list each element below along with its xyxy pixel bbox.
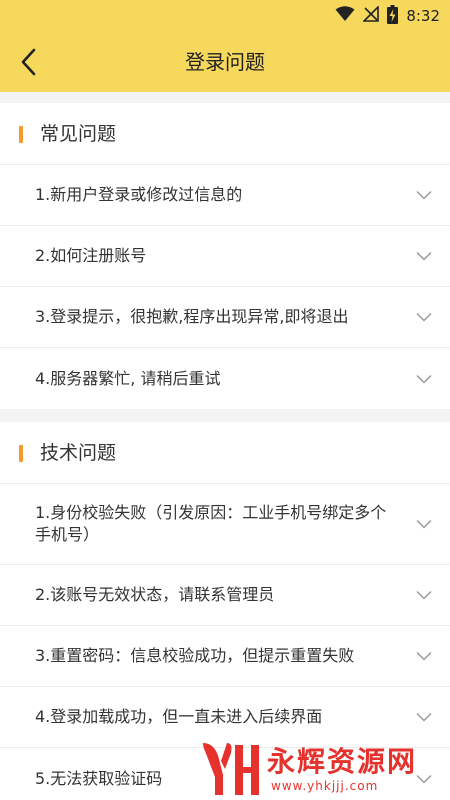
faq-item-label: 2.该账号无效状态，请联系管理员	[35, 585, 275, 604]
chevron-down-icon	[416, 590, 432, 600]
section-header: 技术问题	[0, 422, 450, 484]
watermark-text: 永辉资源网 www.yhkjjj.com	[267, 745, 417, 793]
chevron-down-icon	[416, 519, 432, 529]
section-title: 常见问题	[40, 123, 117, 145]
status-time: 8:32	[406, 7, 440, 25]
wifi-icon	[335, 6, 355, 26]
no-signal-icon	[362, 5, 380, 26]
app-bar: 登录问题	[0, 32, 450, 92]
section-header: 常见问题	[0, 103, 450, 165]
watermark-name: 永辉资源网	[267, 744, 418, 778]
faq-item-label: 4.服务器繁忙, 请稍后重试	[35, 368, 221, 388]
watermark-url: www.yhkjjj.com	[271, 778, 379, 793]
chevron-down-icon	[416, 251, 432, 261]
section-title: 技术问题	[40, 442, 117, 464]
chevron-down-icon	[416, 312, 432, 322]
section-marker	[19, 126, 23, 143]
faq-item-label: 1.身份校验失败（引发原因：工业手机号绑定多个手机号）	[35, 503, 387, 544]
watermark: 永辉资源网 www.yhkjjj.com	[197, 737, 450, 800]
chevron-down-icon	[416, 651, 432, 661]
section-marker	[19, 445, 23, 462]
status-bar: 8:32	[0, 0, 450, 32]
section-common-questions: 常见问题 1.新用户登录或修改过信息的 2.如何注册账号 3.登录提示，很抱歉,…	[0, 103, 450, 409]
faq-item-label: 2.如何注册账号	[35, 246, 147, 265]
faq-item[interactable]: 2.如何注册账号	[0, 226, 450, 287]
faq-item-label: 3.重置密码：信息校验成功，但提示重置失败	[35, 646, 355, 665]
faq-item-label: 4.登录加载成功，但一直未进入后续界面	[35, 707, 323, 726]
faq-item-label: 3.登录提示，很抱歉,程序出现异常,即将退出	[35, 307, 349, 326]
battery-charging-icon	[387, 4, 399, 28]
faq-item[interactable]: 1.身份校验失败（引发原因：工业手机号绑定多个手机号）	[0, 484, 450, 565]
faq-item[interactable]: 1.新用户登录或修改过信息的	[0, 165, 450, 226]
back-arrow-icon	[21, 48, 36, 76]
faq-item[interactable]: 3.重置密码：信息校验成功，但提示重置失败	[0, 626, 450, 687]
chevron-down-icon	[416, 712, 432, 722]
page-title: 登录问题	[185, 50, 265, 74]
faq-item[interactable]: 3.登录提示，很抱歉,程序出现异常,即将退出	[0, 287, 450, 348]
chevron-down-icon	[416, 374, 432, 384]
faq-item-label: 1.新用户登录或修改过信息的	[35, 185, 243, 204]
watermark-logo-icon	[203, 742, 259, 795]
back-button[interactable]	[6, 40, 50, 84]
faq-item[interactable]: 4.服务器繁忙, 请稍后重试	[0, 348, 450, 409]
faq-item[interactable]: 2.该账号无效状态，请联系管理员	[0, 565, 450, 626]
chevron-down-icon	[416, 190, 432, 200]
status-icons: 8:32	[335, 4, 440, 28]
